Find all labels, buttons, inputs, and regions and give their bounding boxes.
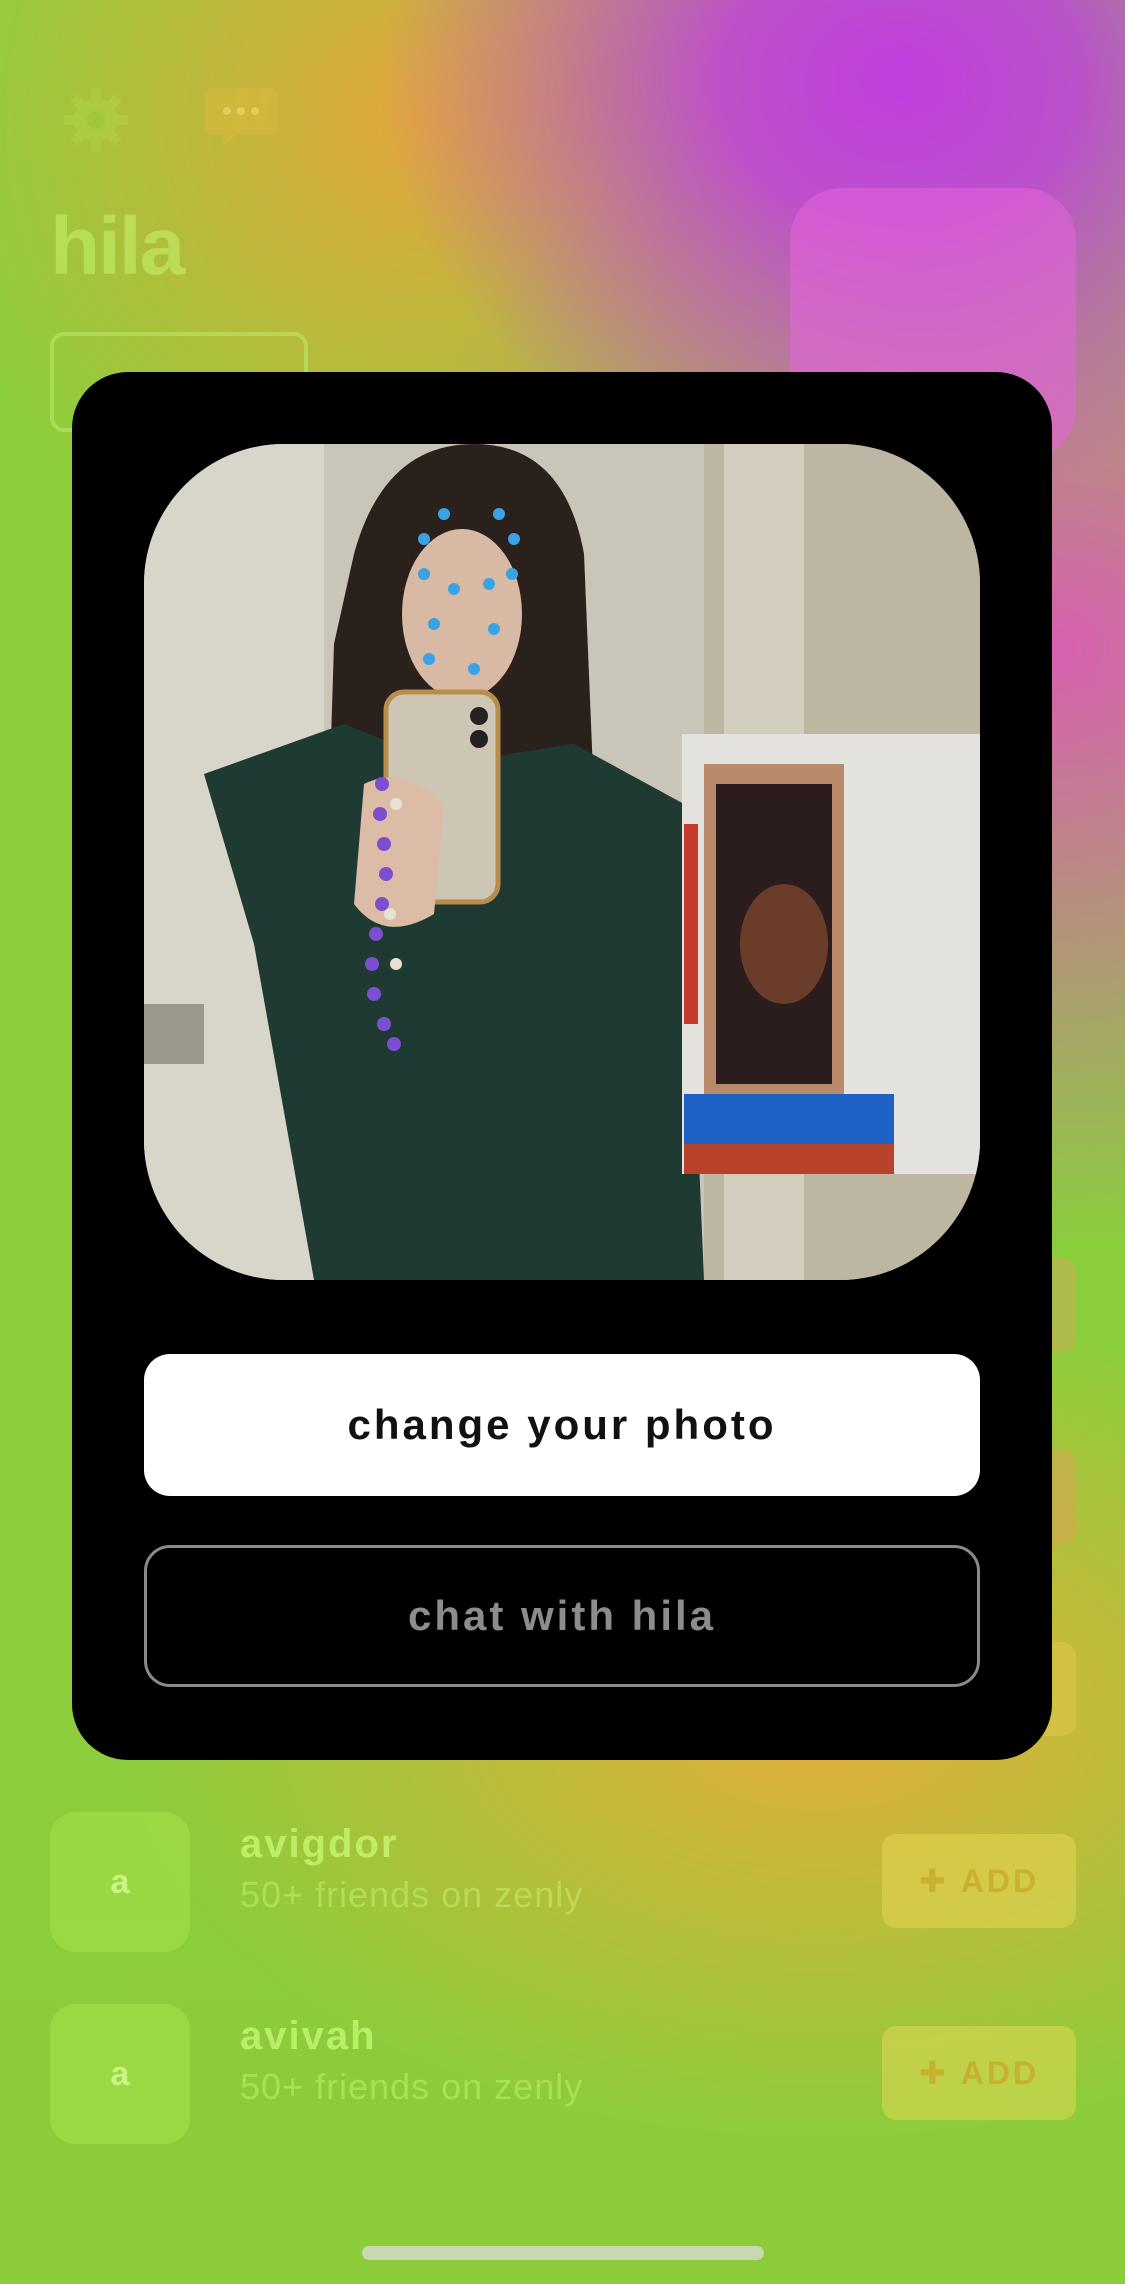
add-button[interactable]: ✚ ADD [882, 1834, 1076, 1928]
profile-photo [144, 444, 980, 1280]
avatar: a [50, 1812, 190, 1952]
add-button-label: ADD [960, 2054, 1040, 2091]
avatar: a [50, 2004, 190, 2144]
add-button-label: ADD [960, 1862, 1040, 1899]
change-photo-button[interactable]: change your photo [144, 1354, 980, 1496]
add-button[interactable]: ✚ ADD [882, 2026, 1076, 2120]
gear-icon[interactable] [60, 84, 132, 156]
friend-name: avivah [240, 2014, 377, 2058]
chat-bubble-icon[interactable] [205, 80, 277, 152]
friend-name: avigdor [240, 1822, 399, 1866]
list-item[interactable]: a avivah 50+ friends on zenly ✚ ADD [0, 2004, 1125, 2154]
profile-photo-modal: change your photo chat with hila [72, 372, 1052, 1760]
list-item[interactable]: a avigdor 50+ friends on zenly ✚ ADD [0, 1812, 1125, 1962]
plus-icon: ✚ [918, 1863, 949, 1899]
plus-icon: ✚ [918, 2055, 949, 2091]
profile-name: hila [50, 201, 185, 292]
chat-with-button[interactable]: chat with hila [144, 1545, 980, 1687]
friend-subtitle: 50+ friends on zenly [240, 2066, 584, 2107]
photo-image [144, 444, 980, 1280]
home-indicator[interactable] [362, 2246, 764, 2260]
friend-subtitle: 50+ friends on zenly [240, 1874, 584, 1915]
